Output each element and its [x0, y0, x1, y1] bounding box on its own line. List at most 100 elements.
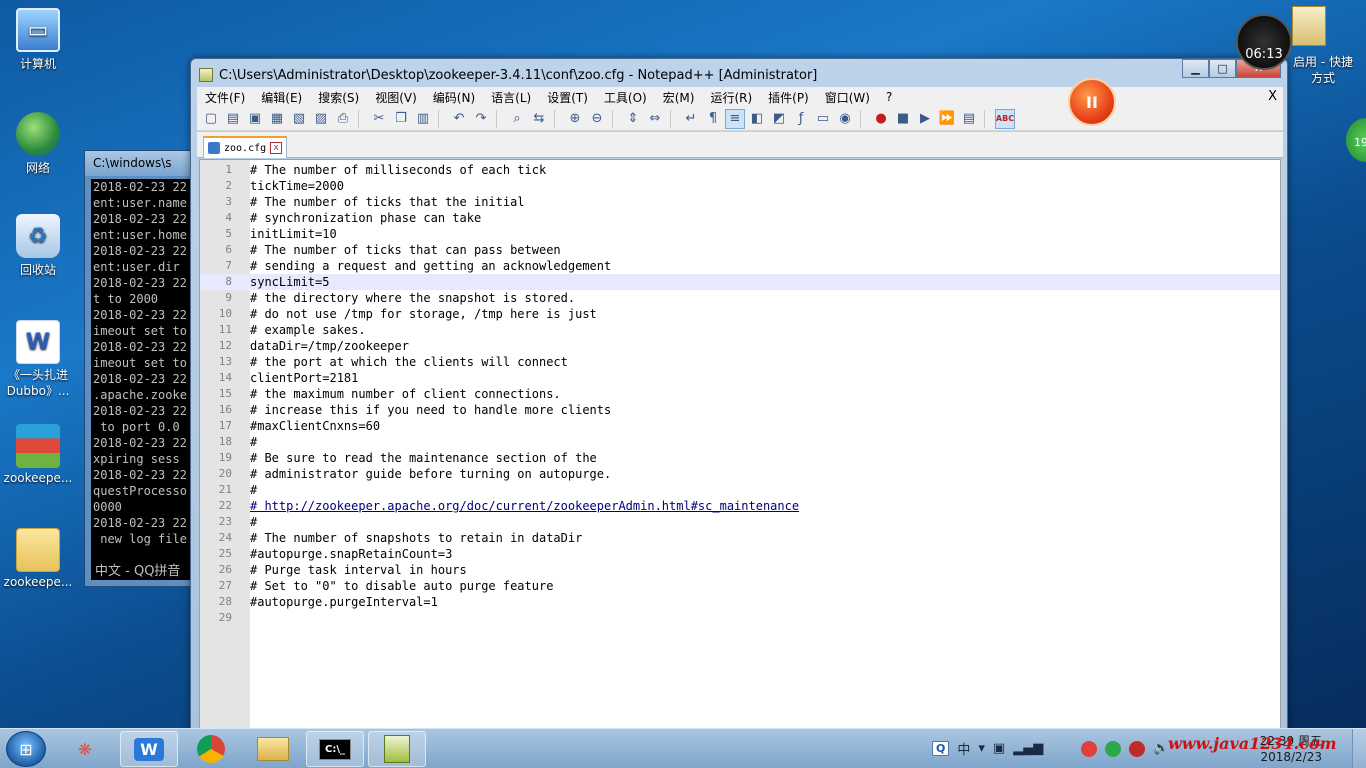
show-desktop-button[interactable] [1352, 729, 1366, 768]
close-document-button[interactable]: X [1268, 89, 1277, 104]
redo-icon[interactable]: ↷ [471, 109, 491, 129]
console-window[interactable]: C:\windows\s 2018-02-23 22 ent:user.name… [84, 150, 204, 587]
cut-icon[interactable]: ✂ [369, 109, 389, 129]
taskbar-chrome[interactable] [182, 731, 240, 767]
menu-tools[interactable]: 工具(O) [596, 89, 655, 106]
minimize-button[interactable]: ▁ [1182, 59, 1209, 78]
maximize-button[interactable]: □ [1209, 59, 1236, 78]
code-line[interactable]: 16 # increase this if you need to handle … [200, 402, 1280, 418]
code-line[interactable]: 1 # The number of milliseconds of each ti… [200, 162, 1280, 178]
user-language-icon[interactable]: ◧ [747, 109, 767, 129]
code-line[interactable]: 8 syncLimit=5 [200, 274, 1280, 290]
folder-shortcut-icon[interactable] [1292, 6, 1326, 46]
function-list-icon[interactable]: ƒ [791, 109, 811, 129]
taskbar-explorer[interactable] [244, 731, 302, 767]
play-macro-icon[interactable]: ▶ [915, 109, 935, 129]
taskbar-cmd[interactable]: C:\_ [306, 731, 364, 767]
code-line[interactable]: 9 # the directory where the snapshot is s… [200, 290, 1280, 306]
menu-encoding[interactable]: 编码(N) [425, 89, 483, 106]
desktop-icon-network[interactable]: 网络 [0, 112, 76, 176]
desktop-icon-zookeeper-archive[interactable]: zookeepe... [0, 424, 76, 485]
editor-pane[interactable]: 1 # The number of milliseconds of each ti… [199, 159, 1281, 729]
signal-icon[interactable]: ▂▄▆ [1013, 741, 1043, 756]
code-line[interactable]: 17 #maxClientCnxns=60 [200, 418, 1280, 434]
volume-icon[interactable]: 🔈 [1153, 741, 1169, 756]
zoom-out-icon[interactable]: ⊖ [587, 109, 607, 129]
app-icon-colorful[interactable]: ❋ [56, 731, 114, 767]
desktop-icon-computer[interactable]: ▭ 计算机 [0, 8, 76, 72]
copy-icon[interactable]: ❐ [391, 109, 411, 129]
code-line[interactable]: 28 #autopurge.purgeInterval=1 [200, 594, 1280, 610]
code-line[interactable]: 26 # Purge task interval in hours [200, 562, 1280, 578]
desktop-icon-dubbo-doc[interactable]: W 《一头扎进Dubbo》... [0, 320, 76, 399]
sync-horizontal-icon[interactable]: ⇔ [645, 109, 665, 129]
code-line[interactable]: 21 # [200, 482, 1280, 498]
recorder-timer[interactable]: 06:13 [1236, 14, 1292, 70]
stop-macro-icon[interactable]: ■ [893, 109, 913, 129]
menu-view[interactable]: 视图(V) [367, 89, 425, 106]
code-line[interactable]: 12 dataDir=/tmp/zookeeper [200, 338, 1280, 354]
zoom-in-icon[interactable]: ⊕ [565, 109, 585, 129]
code-line[interactable]: 27 # Set to "0" to disable auto purge fea… [200, 578, 1280, 594]
sync-vertical-icon[interactable]: ⇕ [623, 109, 643, 129]
tray-app-icon[interactable] [1081, 740, 1098, 757]
chevron-down-icon[interactable]: ▾ [978, 741, 985, 756]
menu-macro[interactable]: 宏(M) [655, 89, 703, 106]
doc-map-icon[interactable]: ◩ [769, 109, 789, 129]
network-status-icon[interactable]: ▣ [993, 741, 1005, 756]
taskbar-notepadpp[interactable] [368, 731, 426, 767]
code-line[interactable]: 20 # administrator guide before turning o… [200, 466, 1280, 482]
paste-icon[interactable]: ▥ [413, 109, 433, 129]
spell-check-icon[interactable]: ABC [995, 108, 1015, 129]
save-icon[interactable]: ▣ [245, 109, 265, 129]
show-all-chars-icon[interactable]: ¶ [703, 109, 723, 129]
code-line[interactable]: 14 clientPort=2181 [200, 370, 1280, 386]
find-icon[interactable]: ⌕ [507, 109, 527, 129]
taskbar-wps[interactable]: W [120, 731, 178, 767]
menu-plugins[interactable]: 插件(P) [760, 89, 817, 106]
code-line[interactable]: 7 # sending a request and getting an ackn… [200, 258, 1280, 274]
close-file-icon[interactable]: ▧ [289, 109, 309, 129]
menu-window[interactable]: 窗口(W) [817, 89, 878, 106]
menu-language[interactable]: 语言(L) [483, 89, 539, 106]
folder-workspace-icon[interactable]: ▭ [813, 109, 833, 129]
run-macro-multiple-icon[interactable]: ⏩ [937, 109, 957, 129]
new-file-icon[interactable]: ▢ [201, 109, 221, 129]
menu-search[interactable]: 搜索(S) [310, 89, 367, 106]
print-icon[interactable]: ⎙ [333, 109, 353, 129]
code-line[interactable]: 18 # [200, 434, 1280, 450]
code-line[interactable]: 25 #autopurge.snapRetainCount=3 [200, 546, 1280, 562]
tray-app-icon[interactable] [1129, 740, 1146, 757]
start-button[interactable]: ⊞ [6, 731, 46, 767]
code-line[interactable]: 23 # [200, 514, 1280, 530]
code-line[interactable]: 5 initLimit=10 [200, 226, 1280, 242]
notepadpp-window[interactable]: C:\Users\Administrator\Desktop\zookeeper… [190, 58, 1288, 730]
record-macro-icon[interactable]: ● [871, 109, 891, 129]
menu-help[interactable]: ? [878, 90, 900, 104]
save-macro-icon[interactable]: ▤ [959, 109, 979, 129]
close-all-icon[interactable]: ▨ [311, 109, 331, 129]
code-line[interactable]: 10 # do not use /tmp for storage, /tmp he… [200, 306, 1280, 322]
recorder-pause-button[interactable]: II [1068, 78, 1116, 126]
qq-ime-icon[interactable]: Q [932, 741, 950, 756]
code-line[interactable]: 15 # the maximum number of client connect… [200, 386, 1280, 402]
code-line[interactable]: 24 # The number of snapshots to retain in… [200, 530, 1280, 546]
open-file-icon[interactable]: ▤ [223, 109, 243, 129]
ime-language[interactable]: 中 [957, 739, 970, 758]
menu-settings[interactable]: 设置(T) [539, 89, 596, 106]
menu-file[interactable]: 文件(F) [197, 89, 253, 106]
undo-icon[interactable]: ↶ [449, 109, 469, 129]
save-all-icon[interactable]: ▦ [267, 109, 287, 129]
tab-zoo-cfg[interactable]: zoo.cfg x [203, 136, 288, 158]
code-line[interactable]: 4 # synchronization phase can take [200, 210, 1280, 226]
code-line[interactable]: 11 # example sakes. [200, 322, 1280, 338]
menu-run[interactable]: 运行(R) [702, 89, 760, 106]
badge-widget[interactable]: 19 [1346, 118, 1366, 162]
code-line[interactable]: 19 # Be sure to read the maintenance sect… [200, 450, 1280, 466]
monitoring-icon[interactable]: ◉ [835, 109, 855, 129]
security-shield-icon[interactable] [1105, 740, 1122, 757]
desktop-icon-recycle-bin[interactable]: ♻ 回收站 [0, 214, 76, 278]
word-wrap-icon[interactable]: ↵ [681, 109, 701, 129]
code-line[interactable]: 2 tickTime=2000 [200, 178, 1280, 194]
replace-icon[interactable]: ⇆ [529, 109, 549, 129]
